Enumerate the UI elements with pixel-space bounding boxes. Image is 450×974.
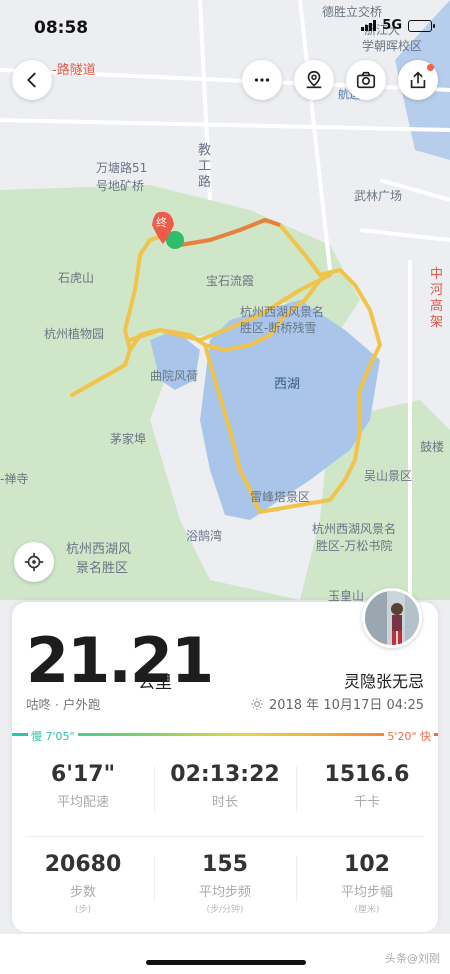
map-label: 鼓楼 bbox=[420, 439, 444, 454]
map-label: 玉皇山 bbox=[328, 589, 364, 603]
map-label: 景名胜区 bbox=[76, 560, 128, 576]
camera-button[interactable] bbox=[346, 60, 386, 100]
map-label: 胜区-断桥残雪 bbox=[240, 320, 316, 335]
map-label: 雷峰塔景区 bbox=[250, 490, 310, 504]
notification-dot bbox=[427, 64, 434, 71]
stat-value: 1516.6 bbox=[324, 762, 410, 787]
stat-unit: (厘米) bbox=[354, 905, 380, 915]
stat-value: 02:13:22 bbox=[170, 762, 280, 787]
stat-label: 时长 bbox=[211, 795, 238, 810]
stat-label: 平均配速 bbox=[56, 795, 109, 810]
status-icons: 5G bbox=[361, 18, 435, 33]
stat-unit: (步) bbox=[74, 905, 92, 915]
share-icon bbox=[410, 71, 426, 89]
map-pin-icon bbox=[306, 70, 322, 89]
map-label: 号地矿桥 bbox=[96, 179, 144, 193]
stat-label: 平均步频 bbox=[198, 885, 251, 900]
pace-fast-label: 5'20" 快 bbox=[384, 728, 434, 744]
map-label: 工 bbox=[198, 159, 211, 174]
map-label: 曲院风荷 bbox=[150, 369, 198, 383]
map-label: 河 bbox=[430, 283, 443, 298]
sport-type: 咕咚 · 户外跑 bbox=[26, 697, 101, 712]
stat-steps: 20680 步数 (步) bbox=[12, 852, 154, 915]
map-label: 茅家埠 bbox=[110, 431, 146, 446]
map-label: 宝石流霞 bbox=[206, 274, 254, 288]
stat-avg-pace: 6'17" 平均配速 bbox=[12, 762, 154, 810]
crosshair-icon bbox=[24, 552, 44, 572]
stat-calories: 1516.6 千卡 bbox=[296, 762, 438, 812]
stat-cadence: 155 平均步频 (步/分钟) bbox=[154, 852, 296, 915]
username[interactable]: 灵隐张无忌 bbox=[344, 668, 424, 692]
stat-unit: (步/分钟) bbox=[206, 905, 244, 915]
map-label: 教 bbox=[198, 142, 211, 158]
map-label: 高 bbox=[430, 298, 443, 314]
map-label: 浴鹄湾 bbox=[186, 528, 222, 543]
home-indicator[interactable] bbox=[146, 960, 306, 965]
pace-slow-label: 慢 7'05" bbox=[28, 728, 78, 744]
map-label: 杭州西湖风 bbox=[66, 542, 131, 557]
map-label: 中 bbox=[430, 267, 443, 282]
workout-datetime: 2018 年 10月17日 04:25 bbox=[250, 694, 424, 713]
camera-icon bbox=[356, 71, 376, 89]
map-label: -路隧道 bbox=[52, 62, 96, 78]
stat-value: 155 bbox=[202, 852, 248, 877]
locate-button[interactable] bbox=[14, 542, 54, 582]
stat-label: 平均步幅 bbox=[340, 885, 393, 900]
map-label: 胜区-万松书院 bbox=[316, 538, 392, 553]
map-style-button[interactable] bbox=[294, 60, 334, 100]
share-button[interactable] bbox=[398, 60, 438, 100]
datetime-text: 2018 年 10月17日 04:25 bbox=[268, 698, 424, 713]
status-bar: 08:58 5G bbox=[0, 0, 450, 52]
status-time: 08:58 bbox=[34, 18, 89, 38]
signal-icon bbox=[361, 20, 377, 31]
avatar[interactable] bbox=[362, 588, 422, 648]
workout-summary-card: 21.21 公里 咕咚 · 户外跑 灵隐张无忌 2018 年 10月17日 04… bbox=[12, 588, 438, 932]
stat-stride: 102 平均步幅 (厘米) bbox=[296, 852, 438, 915]
avatar-image bbox=[365, 591, 419, 645]
map-label: 架 bbox=[430, 315, 443, 330]
more-icon bbox=[254, 78, 270, 82]
stat-duration: 02:13:22 时长 bbox=[154, 762, 296, 812]
stat-value: 20680 bbox=[44, 852, 122, 877]
pace-gradient-bar: 慢 7'05" 5'20" 快 bbox=[12, 728, 438, 744]
map-label: -禅寺 bbox=[0, 472, 28, 486]
divider bbox=[26, 836, 424, 837]
map-label: 西湖 bbox=[274, 377, 300, 392]
map-label: 杭州植物园 bbox=[44, 326, 104, 341]
map-label: 石虎山 bbox=[58, 271, 94, 285]
battery-icon bbox=[408, 19, 435, 32]
bottom-sheet-edge bbox=[0, 934, 450, 974]
stat-value: 6'17" bbox=[50, 762, 116, 787]
watermark: 头条@刘刚 bbox=[385, 952, 440, 965]
map-label: 万塘路51 bbox=[96, 160, 147, 175]
stats-row-2: 20680 步数 (步) 155 平均步频 (步/分钟) 102 平均步幅 (厘… bbox=[12, 852, 438, 915]
stat-label: 步数 bbox=[69, 885, 96, 900]
distance-value: 21.21 bbox=[26, 624, 214, 697]
end-marker-label: 终 bbox=[156, 215, 167, 229]
stat-value: 102 bbox=[344, 852, 390, 877]
back-icon bbox=[27, 72, 36, 88]
sun-icon bbox=[251, 697, 263, 710]
stat-label: 千卡 bbox=[353, 795, 380, 810]
map-label: 路 bbox=[198, 174, 211, 190]
more-button[interactable] bbox=[242, 60, 282, 100]
map-label: 武林广场 bbox=[354, 189, 402, 203]
map-label: 杭州西湖风景名 bbox=[240, 304, 324, 319]
back-button[interactable] bbox=[12, 60, 52, 100]
map-label: 杭州西湖风景名 bbox=[312, 521, 396, 536]
distance-unit: 公里 bbox=[138, 673, 172, 693]
map-label: 吴山景区 bbox=[364, 469, 412, 483]
stats-row-1: 6'17" 平均配速 02:13:22 时长 1516.6 千卡 bbox=[12, 762, 438, 812]
network-label: 5G bbox=[382, 18, 402, 33]
